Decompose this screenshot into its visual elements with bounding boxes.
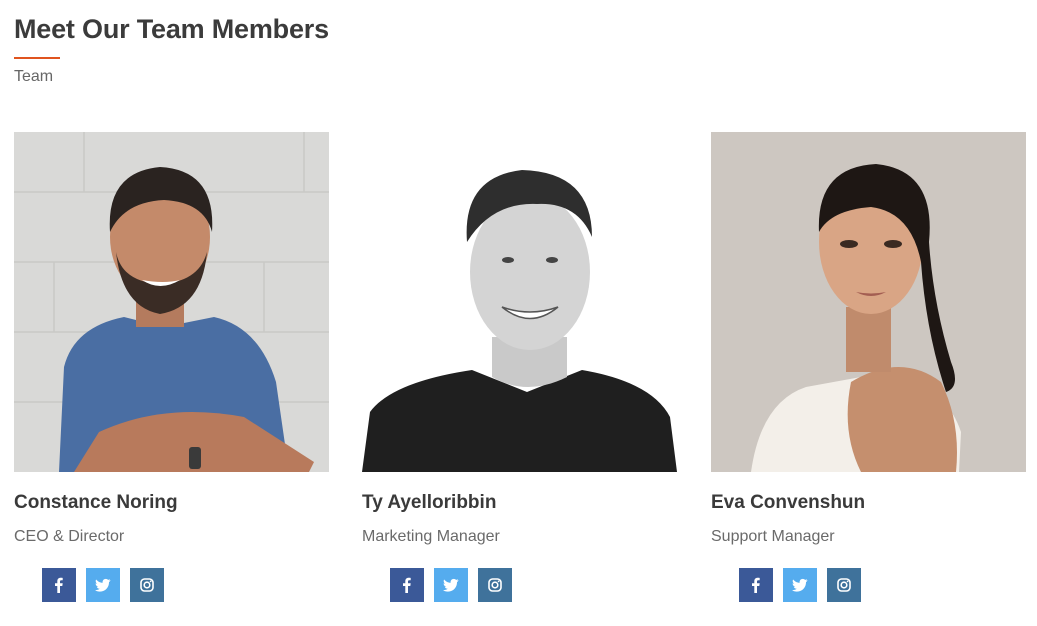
member-name: Ty Ayelloribbin bbox=[362, 492, 497, 513]
member-photo bbox=[362, 132, 677, 472]
member-role: Support Manager bbox=[711, 528, 835, 545]
social-links bbox=[390, 568, 677, 602]
facebook-icon[interactable] bbox=[42, 568, 76, 602]
heading-underline bbox=[14, 57, 60, 59]
team-card: Ty Ayelloribbin Marketing Manager bbox=[362, 132, 677, 602]
team-card: Eva Convenshun Support Manager bbox=[711, 132, 1026, 602]
person-photo-icon bbox=[362, 132, 677, 472]
twitter-icon[interactable] bbox=[86, 568, 120, 602]
member-photo bbox=[711, 132, 1026, 472]
twitter-icon[interactable] bbox=[783, 568, 817, 602]
instagram-icon[interactable] bbox=[478, 568, 512, 602]
member-name: Eva Convenshun bbox=[711, 492, 866, 513]
member-photo bbox=[14, 132, 329, 472]
person-photo-icon bbox=[711, 132, 1026, 472]
social-links bbox=[739, 568, 1026, 602]
twitter-icon[interactable] bbox=[434, 568, 468, 602]
member-name: Constance Noring bbox=[14, 492, 178, 513]
section-subtitle: Team bbox=[14, 68, 54, 85]
instagram-icon[interactable] bbox=[130, 568, 164, 602]
member-role: CEO & Director bbox=[14, 528, 125, 545]
facebook-icon[interactable] bbox=[739, 568, 773, 602]
team-card: Constance Noring CEO & Director bbox=[14, 132, 329, 602]
member-role: Marketing Manager bbox=[362, 528, 500, 545]
section-heading: Meet Our Team Members bbox=[14, 14, 329, 44]
person-photo-icon bbox=[14, 132, 329, 472]
facebook-icon[interactable] bbox=[390, 568, 424, 602]
instagram-icon[interactable] bbox=[827, 568, 861, 602]
social-links bbox=[42, 568, 329, 602]
